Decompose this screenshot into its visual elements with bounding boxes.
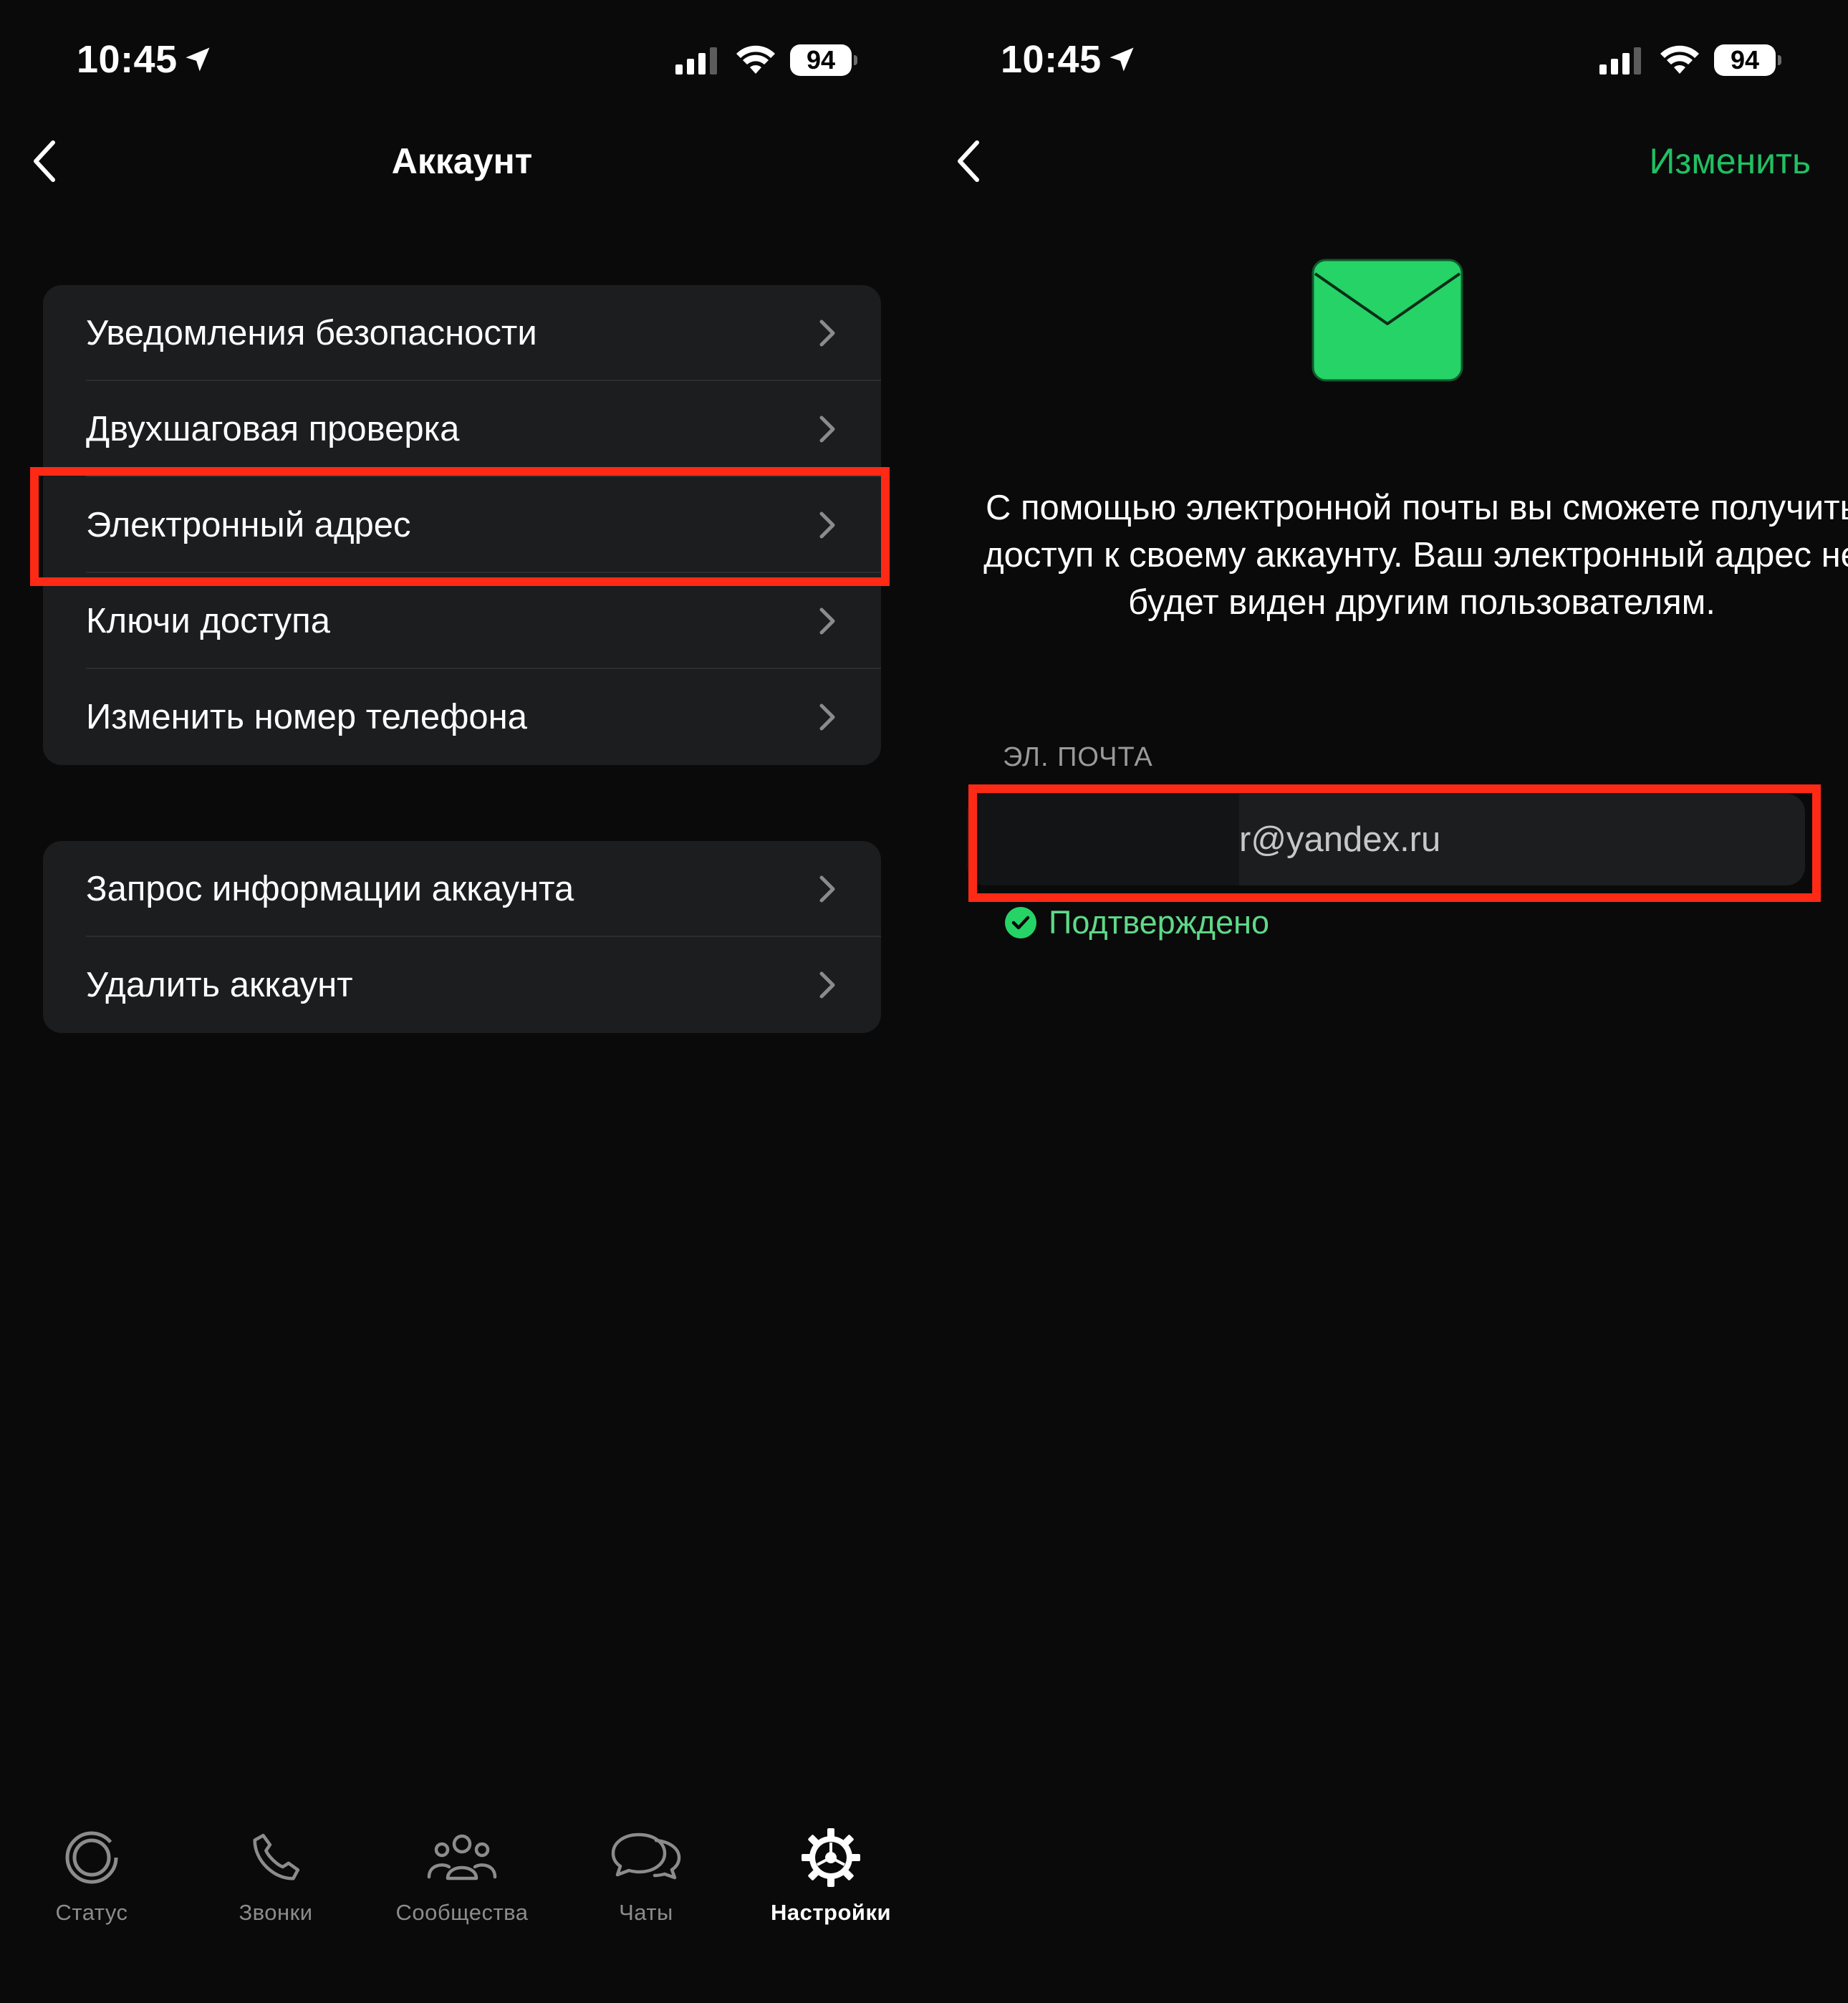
page-title: Аккаунт bbox=[391, 141, 533, 181]
tab-calls[interactable]: Звонки bbox=[190, 1825, 362, 1926]
battery-level: 94 bbox=[1714, 44, 1776, 76]
email-section-label: ЭЛ. ПОЧТА bbox=[1003, 742, 1153, 772]
chevron-right-icon bbox=[819, 416, 835, 443]
verified-status: Подтверждено bbox=[1004, 904, 1269, 941]
tab-bar: Статус Звонки Сообщества Чаты Настройки bbox=[0, 1825, 924, 1969]
edit-button[interactable]: Изменить bbox=[1649, 140, 1811, 182]
checkmark-circle-icon bbox=[1005, 907, 1036, 938]
phone-icon bbox=[253, 1833, 300, 1880]
wifi-icon bbox=[1660, 45, 1699, 74]
row-label: Удалить аккаунт bbox=[86, 966, 353, 1004]
chats-icon bbox=[611, 1833, 681, 1880]
account-actions-group: Запрос информации аккаунта Удалить аккау… bbox=[43, 841, 881, 1033]
battery-indicator: 94 bbox=[1714, 44, 1781, 76]
tab-communities[interactable]: Сообщества bbox=[376, 1825, 548, 1926]
chevron-left-icon bbox=[958, 140, 979, 182]
row-label: Двухшаговая проверка bbox=[86, 410, 460, 448]
email-value: r@yandex.ru bbox=[1239, 820, 1441, 859]
change-phone-number-item[interactable]: Изменить номер телефона bbox=[43, 669, 881, 765]
passkeys-item[interactable]: Ключи доступа bbox=[43, 573, 881, 669]
location-arrow-icon bbox=[186, 47, 210, 72]
verified-label: Подтверждено bbox=[1049, 904, 1269, 941]
status-time: 10:45 bbox=[77, 37, 213, 82]
row-label: Изменить номер телефона bbox=[86, 698, 527, 736]
location-arrow-icon bbox=[1110, 47, 1134, 72]
chevron-right-icon bbox=[819, 703, 835, 731]
tab-label: Настройки bbox=[770, 1900, 892, 1925]
status-indicators: 94 bbox=[1599, 44, 1781, 76]
row-label: Ключи доступа bbox=[86, 602, 330, 640]
status-indicators: 94 bbox=[675, 44, 857, 76]
chevron-right-icon bbox=[819, 607, 835, 635]
tab-label: Статус bbox=[55, 1900, 128, 1925]
cellular-signal-icon bbox=[675, 47, 717, 75]
status-time-text: 10:45 bbox=[1001, 38, 1102, 81]
security-settings-group: Уведомления безопасности Двухшаговая про… bbox=[43, 285, 881, 765]
delete-account-item[interactable]: Удалить аккаунт bbox=[43, 937, 881, 1033]
tab-label: Звонки bbox=[239, 1900, 313, 1925]
chevron-right-icon bbox=[819, 511, 835, 539]
account-screen: 10:45 94 Аккаунт Уведомления безопасност… bbox=[0, 0, 924, 2003]
communities-icon bbox=[427, 1834, 497, 1880]
two-step-verification-item[interactable]: Двухшаговая проверка bbox=[43, 381, 881, 477]
tab-status[interactable]: Статус bbox=[6, 1825, 178, 1926]
tab-settings[interactable]: Настройки bbox=[745, 1825, 917, 1926]
status-time: 10:45 bbox=[1001, 37, 1137, 82]
wifi-icon bbox=[736, 45, 775, 74]
battery-level: 94 bbox=[790, 44, 852, 76]
cellular-signal-icon bbox=[1599, 47, 1641, 75]
row-label: Электронный адрес bbox=[86, 506, 411, 544]
tab-chats[interactable]: Чаты bbox=[560, 1825, 732, 1926]
status-icon bbox=[65, 1831, 118, 1884]
row-label: Уведомления безопасности bbox=[86, 314, 537, 352]
status-time-text: 10:45 bbox=[77, 38, 178, 81]
tab-label: Сообщества bbox=[395, 1900, 529, 1925]
battery-cap bbox=[854, 55, 857, 65]
chevron-right-icon bbox=[819, 875, 835, 903]
battery-cap bbox=[1778, 55, 1781, 65]
settings-gear-icon bbox=[802, 1828, 860, 1887]
email-address-item[interactable]: Электронный адрес bbox=[43, 477, 881, 573]
back-button[interactable] bbox=[947, 136, 990, 186]
email-screen: 10:45 94 Изменить С помощью электронной … bbox=[924, 0, 1848, 2003]
envelope-icon bbox=[1312, 259, 1463, 382]
row-label: Запрос информации аккаунта bbox=[86, 870, 574, 908]
security-notifications-item[interactable]: Уведомления безопасности bbox=[43, 285, 881, 381]
email-description: С помощью электронной почты вы сможете п… bbox=[983, 489, 1848, 622]
tab-label: Чаты bbox=[619, 1900, 673, 1925]
chevron-right-icon bbox=[819, 320, 835, 347]
chevron-right-icon bbox=[819, 971, 835, 999]
battery-indicator: 94 bbox=[790, 44, 857, 76]
email-redaction bbox=[967, 794, 1239, 885]
email-field[interactable]: r@yandex.ru bbox=[967, 794, 1805, 885]
request-account-info-item[interactable]: Запрос информации аккаунта bbox=[43, 841, 881, 937]
